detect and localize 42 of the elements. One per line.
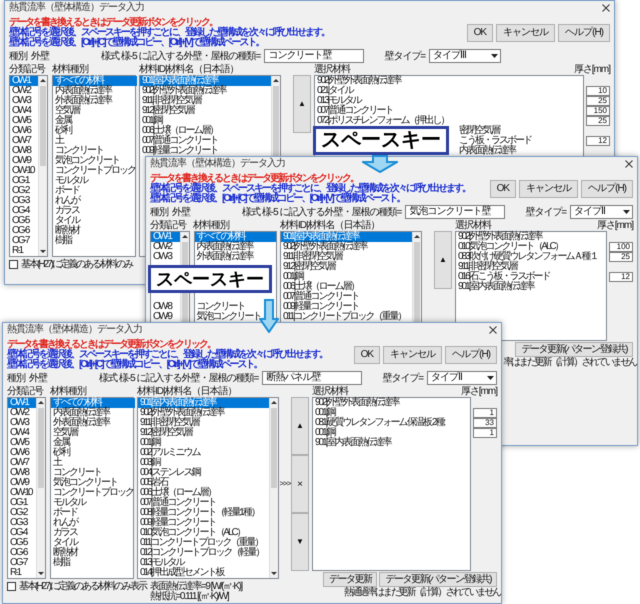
wall-type-label: 壁タイプ= bbox=[525, 206, 566, 220]
callout-label: スペースキー bbox=[148, 265, 272, 293]
column-header: 材料ID|材料名（日本語） bbox=[139, 64, 240, 75]
instruction-text: 壁体記号を選択後、スペースキーを押すごとに、登録した壁構成を次々に呼び出せます。 bbox=[7, 350, 327, 360]
checkbox-label: 基本(H27)に定義のある材料のみ表示 bbox=[19, 582, 146, 592]
checkbox-label: 基本(H27)に定義のある材料のみ bbox=[21, 260, 132, 270]
instruction-text: 壁体記号を選択後、スペースキーを押すごとに、登録した壁構成を次々に呼び出せます。 bbox=[9, 28, 329, 38]
window-title: 熱貫流率（壁体構造）データ入力 bbox=[9, 2, 144, 14]
window-title: 熱貫流率（壁体構造）データ入力 bbox=[7, 324, 142, 336]
wall-kind-label: 様式 様-5 に記入する外壁・屋根の種類= bbox=[101, 50, 260, 64]
category-value: 外壁 bbox=[29, 372, 47, 386]
column-header: 材料種別 bbox=[52, 64, 88, 75]
category-value: 外壁 bbox=[31, 50, 49, 64]
column-header: 分類記号 bbox=[150, 220, 188, 231]
column-header: 分類記号 bbox=[9, 64, 46, 75]
instruction-text: データを書き換えるときはデータ更新ボタンをクリック。 bbox=[7, 340, 215, 350]
category-label: 種別 bbox=[9, 50, 27, 64]
column-header: 選択材料 bbox=[312, 386, 348, 397]
wall-kind-label: 様式 様-5 に記入する外壁・屋根の種類= bbox=[99, 372, 258, 386]
callout-label: スペースキー bbox=[313, 126, 449, 155]
info-text: 熱抵抗=0.111 [(㎡·K)/W] bbox=[150, 592, 229, 602]
status-text: 率はまだ更新（計算）されていません bbox=[503, 358, 636, 368]
category-value: 外壁 bbox=[172, 206, 190, 220]
status-text: 熱通過率はまだ更新（計算）されていません bbox=[344, 588, 500, 598]
wall-type-label: 壁タイプ= bbox=[384, 50, 426, 64]
column-header: 厚さ[mm] bbox=[460, 386, 497, 397]
info-text: 表面熱伝達率=9 [W/(㎡·K)] bbox=[150, 582, 242, 592]
column-header: 選択材料 bbox=[455, 220, 491, 231]
column-header: 選択材料 bbox=[314, 64, 350, 75]
instruction-text: 壁体記号を選択後、[Ctrl]+[C]で壁構成コピー、[Ctrl]+[V]で壁構成ペースト。 bbox=[9, 38, 264, 48]
instruction-text: 壁体記号を選択後、[Ctrl]+[C]で壁構成コピー、[Ctrl]+[V]で壁構成ペースト。 bbox=[7, 360, 262, 370]
column-header: 材料種別 bbox=[193, 220, 229, 231]
column-header: 厚さ[mm] bbox=[574, 64, 610, 75]
wall-type-label: 壁タイプ= bbox=[382, 372, 424, 386]
category-label: 種別 bbox=[7, 372, 25, 386]
column-header: 分類記号 bbox=[7, 386, 44, 397]
column-header: 材料種別 bbox=[50, 386, 86, 397]
instruction-text: データを書き換えるときはデータ更新ボタンをクリック。 bbox=[9, 18, 217, 28]
column-header: 材料ID|材料名（日本語） bbox=[280, 220, 381, 231]
column-header: 材料ID|材料名（日本語） bbox=[137, 386, 238, 397]
column-header: 厚さ[mm] bbox=[596, 220, 633, 231]
category-label: 種別 bbox=[150, 206, 168, 220]
